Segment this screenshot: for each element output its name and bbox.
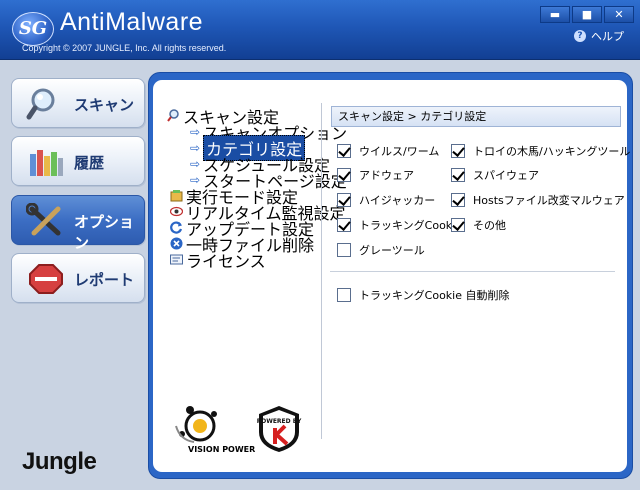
arrow-right-icon: ⇨ — [190, 156, 201, 171]
vision-power-icon — [175, 406, 217, 443]
checkbox-auto-delete-cookie[interactable]: トラッキングCookie 自動削除 — [337, 287, 510, 303]
nav-label-history: 履歴 — [74, 154, 105, 172]
help-label: ヘルプ — [591, 30, 624, 43]
tree-label: ライセンス — [186, 251, 266, 271]
vision-power-logo: VISION POWER — [170, 404, 255, 456]
section-divider — [330, 271, 615, 272]
checkbox-label: アドウェア — [359, 169, 414, 182]
eye-icon — [170, 206, 183, 217]
copyright-text: Copyright © 2007 JUNGLE, Inc. All rights… — [22, 43, 227, 53]
history-books-icon — [30, 150, 63, 176]
run-mode-icon — [170, 190, 183, 202]
checkbox-label: トラッキングCookie — [359, 219, 463, 232]
title-bar: SG AntiMalware Copyright © 2007 JUNGLE, … — [0, 0, 640, 60]
update-icon — [170, 221, 183, 234]
vision-power-text: VISION POWER — [188, 445, 256, 454]
checkbox-label: トラッキングCookie 自動削除 — [359, 289, 510, 302]
checkbox-box[interactable] — [337, 243, 351, 257]
checkbox-label: グレーツール — [359, 244, 425, 257]
help-button[interactable]: ? ヘルプ — [574, 28, 624, 44]
checkbox-hijacker[interactable]: ハイジャッカー — [337, 192, 435, 208]
app-title: AntiMalware — [60, 8, 204, 36]
checkbox-label: ハイジャッカー — [359, 194, 436, 207]
scan-settings-icon — [167, 109, 179, 122]
checkbox-virus-worm[interactable]: ウイルス/ワーム — [337, 143, 439, 159]
checkbox-label: スパイウェア — [473, 169, 539, 182]
maximize-button[interactable]: ■ — [572, 6, 602, 23]
arrow-right-icon: ⇨ — [190, 124, 201, 139]
pane-divider — [321, 103, 322, 439]
magnifier-icon — [26, 88, 55, 120]
help-icon: ? — [574, 30, 586, 42]
checkbox-box[interactable] — [337, 144, 351, 158]
app-logo: SG — [12, 12, 54, 46]
checkbox-box[interactable] — [337, 168, 351, 182]
tools-icon — [26, 203, 61, 236]
checkbox-label: トロイの木馬/ハッキングツール — [473, 145, 631, 158]
checkbox-box[interactable] — [337, 218, 351, 232]
checkbox-spyware[interactable]: スパイウェア — [451, 167, 539, 183]
arrow-right-icon: ⇨ — [190, 140, 201, 155]
checkbox-label: Hostsファイル改変マルウェア — [473, 194, 625, 207]
nav-item-report[interactable]: レポート — [11, 253, 145, 303]
checkbox-label: その他 — [473, 219, 506, 232]
checkbox-box[interactable] — [451, 193, 465, 207]
kaspersky-logo: POWERED BY — [255, 404, 303, 454]
checkbox-box[interactable] — [451, 168, 465, 182]
minimize-button[interactable]: ▬ — [540, 6, 570, 23]
checkbox-box[interactable] — [337, 193, 351, 207]
delete-icon — [170, 237, 183, 250]
nav-item-options[interactable]: オプション — [11, 195, 145, 252]
window-controls: ▬ ■ ✕ — [540, 6, 634, 23]
checkbox-grey-tool[interactable]: グレーツール — [337, 242, 425, 258]
kaspersky-text: POWERED BY — [257, 418, 302, 425]
close-button[interactable]: ✕ — [604, 6, 634, 23]
nav-label-report: レポート — [74, 271, 135, 289]
checkbox-box[interactable] — [451, 218, 465, 232]
checkbox-other[interactable]: その他 — [451, 217, 506, 233]
nav-label-options: オプション — [74, 213, 135, 252]
checkbox-trojan-hacktool[interactable]: トロイの木馬/ハッキングツール — [451, 143, 630, 159]
nav-item-scan[interactable]: スキャン — [11, 78, 145, 128]
license-icon — [170, 254, 183, 265]
checkbox-label: ウイルス/ワーム — [359, 145, 440, 158]
jungle-logo: Jungle — [22, 448, 97, 475]
checkbox-adware[interactable]: アドウェア — [337, 167, 414, 183]
checkbox-hosts-malware[interactable]: Hostsファイル改変マルウェア — [451, 192, 625, 208]
nav-label-scan: スキャン — [74, 96, 135, 114]
checkbox-box[interactable] — [337, 288, 351, 302]
breadcrumb: スキャン設定 > カテゴリ設定 — [331, 106, 621, 127]
stop-sign-icon — [29, 264, 63, 294]
kaspersky-shield-icon: POWERED BY — [257, 406, 302, 452]
checkbox-tracking-cookie[interactable]: トラッキングCookie — [337, 217, 462, 233]
tree-item-license[interactable]: ライセンス — [170, 252, 266, 271]
nav-item-history[interactable]: 履歴 — [11, 136, 145, 186]
checkbox-box[interactable] — [451, 144, 465, 158]
